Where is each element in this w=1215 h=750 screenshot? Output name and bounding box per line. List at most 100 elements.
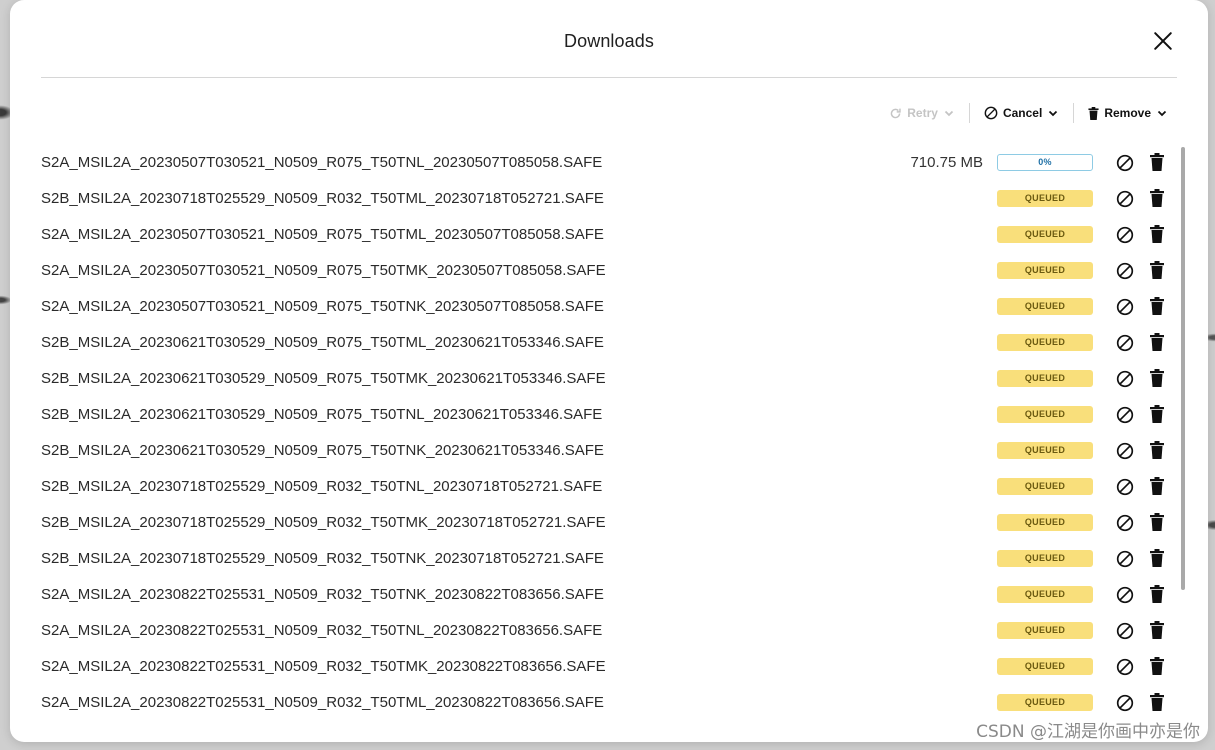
cancel-all-button[interactable]: Cancel (978, 101, 1065, 125)
download-row: S2A_MSIL2A_20230507T030521_N0509_R075_T5… (41, 217, 1181, 253)
file-name: S2B_MSIL2A_20230621T030529_N0509_R075_T5… (41, 442, 604, 459)
download-list: S2A_MSIL2A_20230507T030521_N0509_R075_T5… (41, 145, 1181, 721)
cancel-icon[interactable] (1116, 550, 1134, 568)
file-name: S2B_MSIL2A_20230718T025529_N0509_R032_T5… (41, 478, 603, 495)
status-badge: QUEUED (997, 298, 1093, 315)
file-name: S2B_MSIL2A_20230718T025529_N0509_R032_T5… (41, 550, 604, 567)
cancel-icon[interactable] (1116, 370, 1134, 388)
status-badge: QUEUED (997, 406, 1093, 423)
file-name: S2B_MSIL2A_20230621T030529_N0509_R075_T5… (41, 406, 603, 423)
download-row: S2B_MSIL2A_20230718T025529_N0509_R032_T5… (41, 181, 1181, 217)
status-badge: QUEUED (997, 226, 1093, 243)
cancel-icon[interactable] (1116, 406, 1134, 424)
trash-icon[interactable] (1150, 405, 1164, 423)
status-badge: QUEUED (997, 190, 1093, 207)
download-row: S2A_MSIL2A_20230822T025531_N0509_R032_T5… (41, 613, 1181, 649)
retry-label: Retry (907, 106, 938, 120)
status-badge: QUEUED (997, 370, 1093, 387)
status-badge: QUEUED (997, 478, 1093, 495)
trash-icon[interactable] (1150, 333, 1164, 351)
remove-all-button[interactable]: Remove (1082, 101, 1174, 125)
trash-icon[interactable] (1150, 189, 1164, 207)
trash-icon[interactable] (1150, 441, 1164, 459)
trash-icon[interactable] (1150, 477, 1164, 495)
retry-button[interactable]: Retry (883, 101, 961, 125)
status-badge: QUEUED (997, 334, 1093, 351)
file-name: S2A_MSIL2A_20230822T025531_N0509_R032_T5… (41, 694, 604, 711)
file-name: S2A_MSIL2A_20230507T030521_N0509_R075_T5… (41, 262, 606, 279)
trash-icon[interactable] (1150, 693, 1164, 711)
remove-label: Remove (1104, 106, 1151, 120)
scrollbar[interactable] (1181, 147, 1185, 590)
file-name: S2B_MSIL2A_20230621T030529_N0509_R075_T5… (41, 370, 606, 387)
trash-icon[interactable] (1150, 549, 1164, 567)
status-badge: QUEUED (997, 262, 1093, 279)
chevron-down-icon (1049, 110, 1058, 117)
trash-icon[interactable] (1150, 657, 1164, 675)
cancel-icon[interactable] (1116, 478, 1134, 496)
file-name: S2A_MSIL2A_20230507T030521_N0509_R075_T5… (41, 298, 604, 315)
toolbar-separator (968, 103, 970, 123)
file-name: S2A_MSIL2A_20230822T025531_N0509_R032_T5… (41, 586, 604, 603)
cancel-icon[interactable] (1116, 586, 1134, 604)
file-name: S2B_MSIL2A_20230718T025529_N0509_R032_T5… (41, 514, 606, 531)
trash-icon[interactable] (1150, 261, 1164, 279)
file-name: S2B_MSIL2A_20230621T030529_N0509_R075_T5… (41, 334, 604, 351)
cancel-icon[interactable] (1116, 262, 1134, 280)
dialog-title: Downloads (564, 31, 654, 51)
cancel-icon[interactable] (1116, 334, 1134, 352)
status-badge: QUEUED (997, 550, 1093, 567)
download-row: S2B_MSIL2A_20230621T030529_N0509_R075_T5… (41, 325, 1181, 361)
close-icon[interactable] (1153, 31, 1173, 51)
trash-icon[interactable] (1150, 621, 1164, 639)
download-row: S2A_MSIL2A_20230507T030521_N0509_R075_T5… (41, 145, 1181, 181)
file-name: S2A_MSIL2A_20230822T025531_N0509_R032_T5… (41, 658, 606, 675)
download-row: S2A_MSIL2A_20230822T025531_N0509_R032_T5… (41, 685, 1181, 721)
download-row: S2B_MSIL2A_20230718T025529_N0509_R032_T5… (41, 469, 1181, 505)
file-name: S2A_MSIL2A_20230507T030521_N0509_R075_T5… (41, 226, 604, 243)
trash-icon[interactable] (1150, 585, 1164, 603)
cancel-label: Cancel (1002, 106, 1043, 120)
file-name: S2B_MSIL2A_20230718T025529_N0509_R032_T5… (41, 190, 604, 207)
trash-icon[interactable] (1150, 513, 1164, 531)
status-badge: QUEUED (997, 442, 1093, 459)
chevron-down-icon (1157, 110, 1167, 117)
trash-icon[interactable] (1150, 225, 1164, 243)
cancel-icon[interactable] (1116, 442, 1134, 460)
dialog-header: Downloads (10, 0, 1208, 78)
cancel-icon[interactable] (1116, 622, 1134, 640)
cancel-icon[interactable] (1116, 298, 1134, 316)
trash-icon[interactable] (1150, 369, 1164, 387)
trash-icon[interactable] (1150, 297, 1164, 315)
status-badge: QUEUED (997, 694, 1093, 711)
trash-icon[interactable] (1150, 153, 1164, 171)
cancel-icon (984, 106, 998, 120)
cancel-icon[interactable] (1116, 514, 1134, 532)
chevron-down-icon (944, 110, 954, 117)
progress-bar: 0% (997, 154, 1093, 171)
cancel-icon[interactable] (1116, 658, 1134, 676)
header-divider (41, 77, 1177, 78)
cancel-icon[interactable] (1116, 154, 1134, 172)
status-badge: QUEUED (997, 658, 1093, 675)
file-name: S2A_MSIL2A_20230507T030521_N0509_R075_T5… (41, 154, 603, 171)
status-badge: QUEUED (997, 514, 1093, 531)
status-badge: QUEUED (997, 622, 1093, 639)
refresh-icon (890, 108, 901, 118)
toolbar-separator (1073, 103, 1075, 123)
download-row: S2B_MSIL2A_20230621T030529_N0509_R075_T5… (41, 397, 1181, 433)
downloads-dialog: Downloads Retry Cancel Remove S2A_MSIL2A… (10, 0, 1208, 742)
cancel-icon[interactable] (1116, 190, 1134, 208)
trash-icon (1088, 106, 1099, 120)
cancel-icon[interactable] (1116, 226, 1134, 244)
download-row: S2A_MSIL2A_20230822T025531_N0509_R032_T5… (41, 577, 1181, 613)
status-badge: QUEUED (997, 586, 1093, 603)
download-row: S2A_MSIL2A_20230507T030521_N0509_R075_T5… (41, 253, 1181, 289)
file-name: S2A_MSIL2A_20230822T025531_N0509_R032_T5… (41, 622, 603, 639)
download-row: S2A_MSIL2A_20230822T025531_N0509_R032_T5… (41, 649, 1181, 685)
download-row: S2A_MSIL2A_20230507T030521_N0509_R075_T5… (41, 289, 1181, 325)
cancel-icon[interactable] (1116, 694, 1134, 712)
download-row: S2B_MSIL2A_20230718T025529_N0509_R032_T5… (41, 505, 1181, 541)
download-row: S2B_MSIL2A_20230621T030529_N0509_R075_T5… (41, 361, 1181, 397)
toolbar: Retry Cancel Remove (883, 100, 1174, 126)
